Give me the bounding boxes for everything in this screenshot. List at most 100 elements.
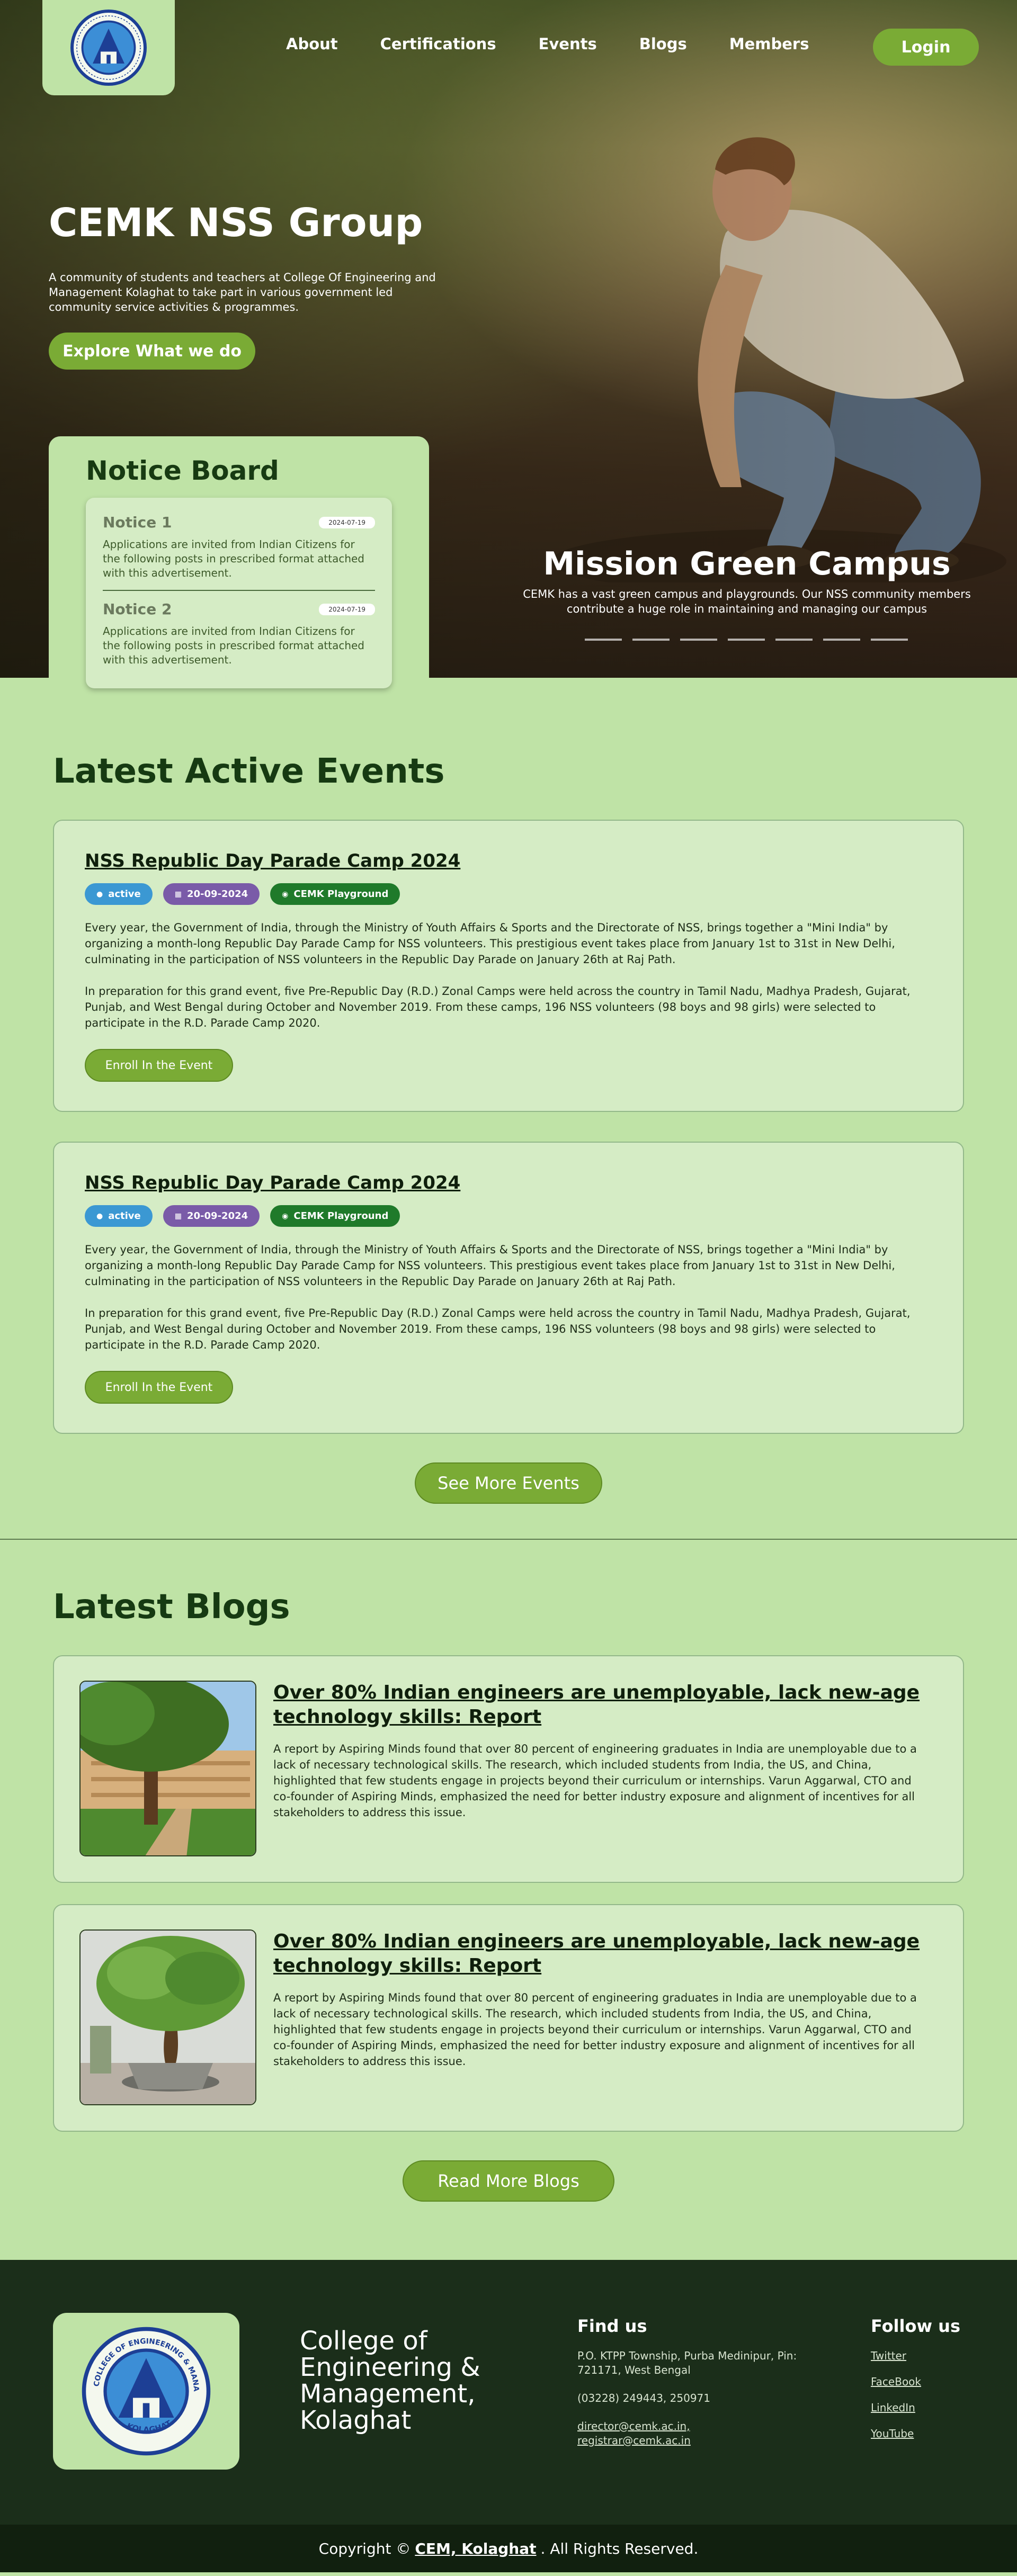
- notice-item[interactable]: Notice 1 2024-07-19 Applications are inv…: [103, 509, 375, 590]
- check-circle-icon: ●: [96, 890, 103, 899]
- location-text: CEMK Playground: [293, 1210, 389, 1222]
- slide-caption: Mission Green Campus CEMK has a vast gre…: [508, 545, 985, 616]
- see-more-events-button[interactable]: See More Events: [415, 1462, 602, 1504]
- copyright-bar: Copyright © CEM, Kolaghat . All Rights R…: [0, 2525, 1017, 2572]
- notice-name: Notice 2: [103, 600, 172, 618]
- linkedin-link[interactable]: LinkedIn: [871, 2401, 960, 2415]
- footer-logo[interactable]: COLLEGE OF ENGINEERING & MANAGEMENT KOLA…: [53, 2313, 239, 2470]
- check-circle-icon: ●: [96, 1211, 103, 1220]
- notice-item[interactable]: Notice 2 2024-07-19 Applications are inv…: [103, 590, 375, 677]
- blog-title[interactable]: Over 80% Indian engineers are unemployab…: [273, 1682, 920, 1728]
- login-button[interactable]: Login: [873, 29, 979, 66]
- event-card: NSS Republic Day Parade Camp 2024 ● activ…: [53, 820, 964, 1112]
- blogs-title: Latest Blogs: [53, 1587, 290, 1627]
- slide-title: Mission Green Campus: [543, 545, 951, 582]
- blogs-section: Latest Blogs Over 80% Indian engineers a…: [0, 1540, 1017, 2260]
- nav-blogs[interactable]: Blogs: [639, 35, 687, 53]
- status-badge: ● active: [85, 1205, 153, 1227]
- events-section: Latest Active Events NSS Republic Day Pa…: [0, 678, 1017, 1540]
- hero-section: About Certifications Events Blogs Member…: [0, 0, 1017, 712]
- nav-about[interactable]: About: [286, 35, 338, 53]
- date-text: 20-09-2024: [187, 888, 248, 900]
- youtube-link[interactable]: YouTube: [871, 2427, 960, 2441]
- college-logo[interactable]: [42, 0, 175, 95]
- date-badge: ▦ 20-09-2024: [163, 883, 260, 905]
- enroll-button[interactable]: Enroll In the Event: [85, 1049, 233, 1082]
- event-title[interactable]: NSS Republic Day Parade Camp 2024: [85, 1172, 460, 1193]
- find-us-title: Find us: [577, 2316, 647, 2336]
- follow-us-title: Follow us: [871, 2316, 960, 2336]
- footer-follow-us: Follow us Twitter FaceBook LinkedIn YouT…: [871, 2316, 960, 2453]
- email-link-director[interactable]: director@cemk.ac.in,: [577, 2419, 821, 2434]
- slide-indicators: [585, 639, 908, 641]
- slide-indicator[interactable]: [680, 639, 717, 641]
- copyright-link[interactable]: CEM, Kolaghat: [415, 2540, 536, 2557]
- copyright-suffix: . All Rights Reserved.: [540, 2539, 699, 2557]
- notice-text: Applications are invited from Indian Cit…: [103, 538, 364, 579]
- event-description: Every year, the Government of India, thr…: [85, 920, 926, 1031]
- footer: COLLEGE OF ENGINEERING & MANAGEMENT KOLA…: [0, 2260, 1017, 2525]
- event-paragraph: Every year, the Government of India, thr…: [85, 921, 895, 966]
- notice-list: Notice 1 2024-07-19 Applications are inv…: [86, 498, 392, 688]
- nav-members[interactable]: Members: [729, 35, 809, 53]
- location-pin-icon: ◉: [282, 1211, 289, 1220]
- footer-find-us: Find us P.O. KTPP Township, Purba Medini…: [577, 2316, 821, 2448]
- event-tags: ● active ▦ 20-09-2024 ◉ CEMK Playground: [85, 883, 926, 905]
- hero-description: A community of students and teachers at …: [49, 271, 436, 313]
- event-paragraph: In preparation for this grand event, fiv…: [85, 1307, 911, 1351]
- enroll-button[interactable]: Enroll In the Event: [85, 1371, 233, 1404]
- event-paragraph: In preparation for this grand event, fiv…: [85, 985, 911, 1029]
- notice-name: Notice 1: [103, 514, 172, 531]
- notice-text: Applications are invited from Indian Cit…: [103, 625, 364, 666]
- slide-indicator[interactable]: [585, 639, 622, 641]
- nav-events[interactable]: Events: [539, 35, 597, 53]
- location-pin-icon: ◉: [282, 890, 289, 899]
- status-text: active: [108, 888, 141, 900]
- slide-text: CEMK has a vast green campus and playgro…: [523, 588, 971, 615]
- footer-college-name: College of Engineering & Management, Kol…: [300, 2326, 480, 2435]
- slide-indicator[interactable]: [632, 639, 670, 641]
- slide-indicator[interactable]: [728, 639, 765, 641]
- twitter-link[interactable]: Twitter: [871, 2349, 960, 2363]
- notice-board-title: Notice Board: [86, 455, 279, 486]
- notice-date: 2024-07-19: [319, 516, 375, 528]
- explore-button[interactable]: Explore What we do: [49, 333, 255, 370]
- email-link-registrar[interactable]: registrar@cemk.ac.in: [577, 2434, 821, 2448]
- location-badge: ◉ CEMK Playground: [270, 1205, 400, 1227]
- date-text: 20-09-2024: [187, 1210, 248, 1222]
- status-text: active: [108, 1210, 141, 1222]
- event-tags: ● active ▦ 20-09-2024 ◉ CEMK Playground: [85, 1205, 926, 1227]
- hero-title: CEMK NSS Group: [49, 200, 423, 246]
- blog-card: Over 80% Indian engineers are unemployab…: [53, 1904, 964, 2132]
- nav-certifications[interactable]: Certifications: [380, 35, 496, 53]
- campus-photo-icon[interactable]: [79, 1681, 256, 1856]
- notice-board: Notice Board Notice 1 2024-07-19 Applica…: [49, 436, 429, 712]
- event-card: NSS Republic Day Parade Camp 2024 ● activ…: [53, 1142, 964, 1434]
- blog-title[interactable]: Over 80% Indian engineers are unemployab…: [273, 1931, 920, 1977]
- notice-date: 2024-07-19: [319, 603, 375, 615]
- event-description: Every year, the Government of India, thr…: [85, 1242, 926, 1353]
- slide-indicator[interactable]: [775, 639, 813, 641]
- footer-phone: (03228) 249443, 250971: [577, 2392, 710, 2404]
- slide-indicator[interactable]: [823, 639, 860, 641]
- main-nav: About Certifications Events Blogs Member…: [286, 35, 809, 53]
- tree-photo-icon[interactable]: [79, 1929, 256, 2105]
- slide-indicator[interactable]: [871, 639, 908, 641]
- events-title: Latest Active Events: [53, 752, 445, 791]
- location-badge: ◉ CEMK Playground: [270, 883, 400, 905]
- footer-address: P.O. KTPP Township, Purba Medinipur, Pin…: [577, 2349, 797, 2376]
- event-paragraph: Every year, the Government of India, thr…: [85, 1243, 895, 1288]
- calendar-icon: ▦: [174, 1211, 182, 1220]
- calendar-icon: ▦: [174, 890, 182, 899]
- location-text: CEMK Playground: [293, 888, 389, 900]
- college-emblem-icon: COLLEGE OF ENGINEERING & MANAGEMENT KOLA…: [80, 2325, 211, 2456]
- status-badge: ● active: [85, 883, 153, 905]
- date-badge: ▦ 20-09-2024: [163, 1205, 260, 1227]
- copyright-prefix: Copyright ©: [318, 2539, 411, 2557]
- blog-card: Over 80% Indian engineers are unemployab…: [53, 1655, 964, 1883]
- blog-summary: A report by Aspiring Minds found that ov…: [273, 1743, 917, 1819]
- facebook-link[interactable]: FaceBook: [871, 2375, 960, 2389]
- blog-summary: A report by Aspiring Minds found that ov…: [273, 1991, 917, 2068]
- read-more-blogs-button[interactable]: Read More Blogs: [403, 2160, 614, 2202]
- event-title[interactable]: NSS Republic Day Parade Camp 2024: [85, 850, 460, 872]
